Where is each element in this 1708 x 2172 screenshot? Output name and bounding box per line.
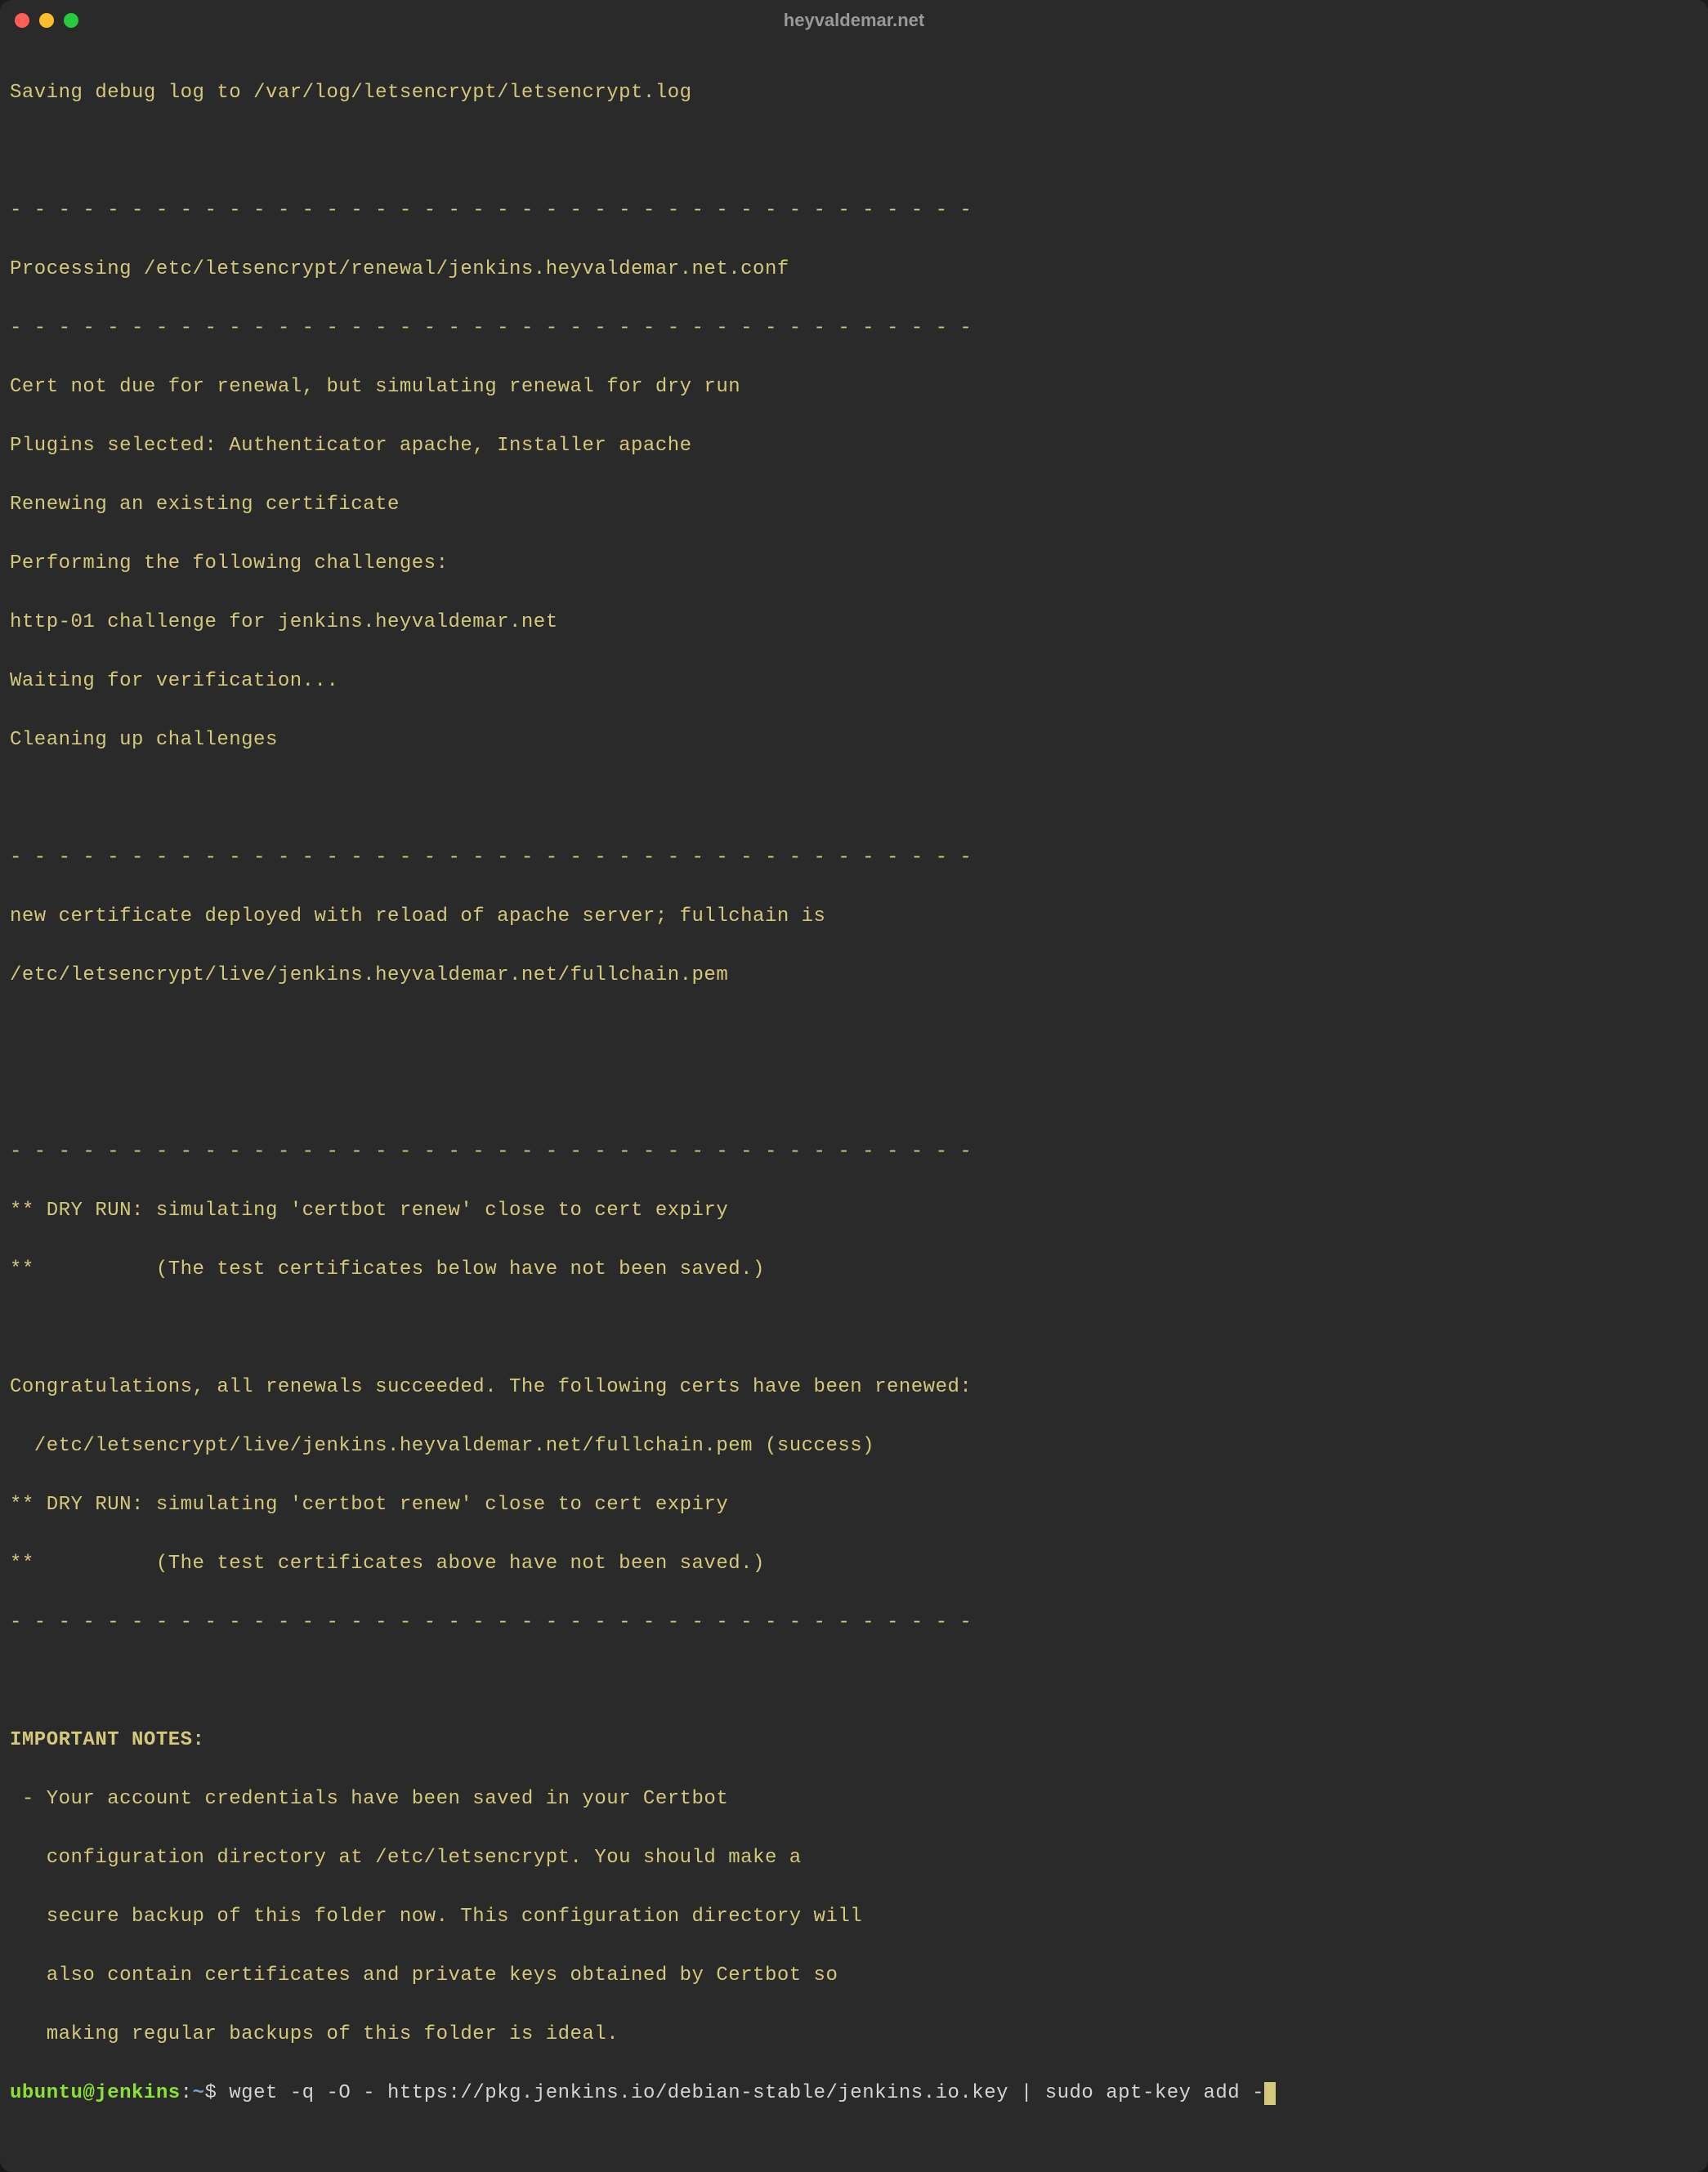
terminal-output-line: /etc/letsencrypt/live/jenkins.heyvaldema… (10, 961, 1698, 990)
maximize-icon[interactable] (64, 13, 78, 28)
terminal-output-line (10, 784, 1698, 814)
prompt-line[interactable]: ubuntu@jenkins:~$ wget -q -O - https://p… (10, 2079, 1698, 2108)
prompt-colon: : (181, 2079, 193, 2108)
terminal-output-line: - - - - - - - - - - - - - - - - - - - - … (10, 1608, 1698, 1638)
window-title: heyvaldemar.net (784, 10, 924, 31)
important-notes-line: also contain certificates and private ke… (10, 1961, 1698, 1991)
prompt-user-host: ubuntu@jenkins (10, 2079, 181, 2108)
traffic-lights (15, 13, 78, 28)
terminal-content[interactable]: Saving debug log to /var/log/letsencrypt… (0, 41, 1708, 2172)
important-notes-line: secure backup of this folder now. This c… (10, 1902, 1698, 1932)
terminal-output-line (10, 1667, 1698, 1696)
terminal-output-line: ** DRY RUN: simulating 'certbot renew' c… (10, 1490, 1698, 1520)
terminal-output-line: Plugins selected: Authenticator apache, … (10, 431, 1698, 461)
terminal-output-line: - - - - - - - - - - - - - - - - - - - - … (10, 1137, 1698, 1167)
terminal-output-line: /etc/letsencrypt/live/jenkins.heyvaldema… (10, 1432, 1698, 1461)
terminal-output-line: - - - - - - - - - - - - - - - - - - - - … (10, 314, 1698, 343)
terminal-output-line: ** (The test certificates below have not… (10, 1255, 1698, 1285)
terminal-output-line: new certificate deployed with reload of … (10, 902, 1698, 932)
terminal-output-line: Processing /etc/letsencrypt/renewal/jenk… (10, 255, 1698, 284)
terminal-output-line: Congratulations, all renewals succeeded.… (10, 1373, 1698, 1402)
cursor-icon (1264, 2082, 1276, 2105)
minimize-icon[interactable] (39, 13, 54, 28)
important-notes-line: making regular backups of this folder is… (10, 2020, 1698, 2049)
titlebar[interactable]: heyvaldemar.net (0, 0, 1708, 41)
terminal-output-line (10, 1020, 1698, 1049)
terminal-output-line: Cert not due for renewal, but simulating… (10, 373, 1698, 402)
terminal-output-line: - - - - - - - - - - - - - - - - - - - - … (10, 196, 1698, 226)
terminal-output-line (10, 137, 1698, 167)
important-notes-line: - Your account credentials have been sav… (10, 1785, 1698, 1814)
important-notes-line: configuration directory at /etc/letsencr… (10, 1844, 1698, 1873)
important-notes-header: IMPORTANT NOTES: (10, 1726, 1698, 1755)
terminal-output-line: Waiting for verification... (10, 667, 1698, 696)
terminal-output-line (10, 1314, 1698, 1343)
terminal-output-line: - - - - - - - - - - - - - - - - - - - - … (10, 843, 1698, 873)
terminal-output-line: Saving debug log to /var/log/letsencrypt… (10, 78, 1698, 108)
terminal-output-line: ** DRY RUN: simulating 'certbot renew' c… (10, 1196, 1698, 1226)
terminal-output-line: Renewing an existing certificate (10, 490, 1698, 520)
terminal-window: heyvaldemar.net Saving debug log to /var… (0, 0, 1708, 2172)
terminal-output-line: http-01 challenge for jenkins.heyvaldema… (10, 608, 1698, 637)
terminal-output-line: ** (The test certificates above have not… (10, 1549, 1698, 1579)
prompt-command: wget -q -O - https://pkg.jenkins.io/debi… (229, 2079, 1264, 2108)
terminal-output-line: Performing the following challenges: (10, 549, 1698, 579)
terminal-output-line (10, 1079, 1698, 1108)
close-icon[interactable] (15, 13, 29, 28)
prompt-path: ~ (193, 2079, 205, 2108)
terminal-output-line: Cleaning up challenges (10, 726, 1698, 755)
prompt-dollar: $ (204, 2079, 229, 2108)
